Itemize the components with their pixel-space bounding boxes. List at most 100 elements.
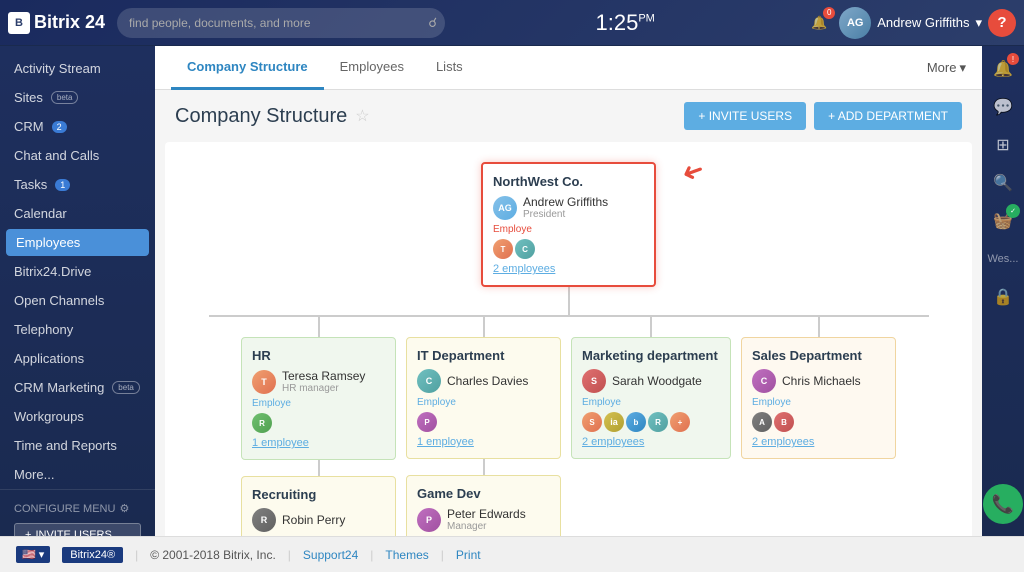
- sidebar-item-label: Tasks: [14, 177, 47, 192]
- avatar: ia: [604, 412, 624, 432]
- basket-badge: ✓: [1006, 204, 1020, 218]
- sites-badge: beta: [51, 91, 79, 104]
- avatar: P: [417, 412, 437, 432]
- sidebar-item-sites[interactable]: Sites beta: [0, 83, 155, 112]
- bottombar: 🇺🇸 ▾ Bitrix24® | © 2001-2018 Bitrix, Inc…: [0, 536, 1024, 572]
- lock-icon[interactable]: 🔒: [986, 280, 1020, 314]
- chat-panel-icon[interactable]: 💬: [986, 90, 1020, 124]
- org-node-hr[interactable]: HR T Teresa Ramsey HR manager Employe R: [241, 337, 396, 460]
- avatar: B: [774, 412, 794, 432]
- sidebar: Activity Stream Sites beta CRM 2 Chat an…: [0, 46, 155, 536]
- connector-v: [318, 317, 320, 337]
- search-panel-icon[interactable]: 🔍: [986, 166, 1020, 200]
- employee-label: Employe: [493, 224, 644, 235]
- avatar: S: [582, 412, 602, 432]
- notifications-icon[interactable]: 🔔 0: [805, 9, 833, 37]
- avatar: S: [582, 369, 606, 393]
- org-root-container: NorthWest Co. AG Andrew Griffiths Presid…: [185, 162, 952, 317]
- print-link[interactable]: Print: [456, 548, 481, 562]
- employee-label: Employe: [752, 397, 885, 408]
- sidebar-item-employees[interactable]: Employees: [6, 229, 149, 256]
- plus-icon: +: [25, 529, 31, 536]
- sidebar-item-activity[interactable]: Activity Stream: [0, 54, 155, 83]
- invite-users-label: INVITE USERS: [35, 529, 111, 536]
- favorite-icon[interactable]: ☆: [355, 106, 369, 126]
- sidebar-item-chat[interactable]: Chat and Calls: [0, 141, 155, 170]
- org-node-it[interactable]: IT Department C Charles Davies Employe P: [406, 337, 561, 459]
- tasks-badge: 1: [55, 179, 70, 191]
- org-node-sales[interactable]: Sales Department C Chris Michaels Employ…: [741, 337, 896, 459]
- employee-label: Employe: [582, 397, 720, 408]
- org-node-title: HR: [252, 348, 385, 363]
- avatar[interactable]: AG: [839, 7, 871, 39]
- user-status-icon[interactable]: Wes...: [986, 242, 1020, 276]
- employee-avatars: R: [252, 413, 385, 433]
- content-inner: Company Structure ☆ + INVITE USERS + ADD…: [155, 90, 982, 536]
- recruiting-person: R Robin Perry: [252, 508, 385, 532]
- app-logo[interactable]: B Bitrix 24: [8, 12, 105, 34]
- sidebar-item-label: Applications: [14, 351, 84, 366]
- gamedev-person: P Peter Edwards Manager: [417, 507, 550, 532]
- employees-count-link[interactable]: 2 employees: [752, 436, 885, 448]
- sidebar-item-more[interactable]: More...: [0, 460, 155, 489]
- org-node-root[interactable]: NorthWest Co. AG Andrew Griffiths Presid…: [481, 162, 656, 287]
- sidebar-item-label: Activity Stream: [14, 61, 101, 76]
- gear-icon: ⚙: [119, 502, 129, 515]
- grid-panel-icon[interactable]: ⊞: [986, 128, 1020, 162]
- crmmarketing-badge: beta: [112, 381, 140, 394]
- configure-menu-button[interactable]: CONFIGURE MENU ⚙: [14, 498, 141, 519]
- search-bar: ☌: [117, 8, 445, 38]
- call-button[interactable]: 📞: [983, 484, 1023, 524]
- employees-count-link[interactable]: 1 employee: [252, 437, 385, 449]
- sidebar-item-label: Workgroups: [14, 409, 84, 424]
- avatar: C: [515, 239, 535, 259]
- content: Company Structure Employees Lists More ▾…: [155, 46, 982, 536]
- tab-employees[interactable]: Employees: [324, 46, 420, 90]
- sidebar-item-openchannels[interactable]: Open Channels: [0, 286, 155, 315]
- sidebar-item-tasks[interactable]: Tasks 1: [0, 170, 155, 199]
- main-layout: Activity Stream Sites beta CRM 2 Chat an…: [0, 46, 1024, 536]
- employee-avatars: T C: [493, 239, 644, 259]
- org-root-person: AG Andrew Griffiths President: [493, 195, 644, 220]
- configure-menu-label: CONFIGURE MENU: [14, 503, 115, 515]
- org-node-title: Sales Department: [752, 348, 885, 363]
- sidebar-item-label: Open Channels: [14, 293, 104, 308]
- search-input[interactable]: [117, 8, 445, 38]
- sidebar-item-bitrix24drive[interactable]: Bitrix24.Drive: [0, 257, 155, 286]
- basket-panel-icon[interactable]: 🧺 ✓: [986, 204, 1020, 238]
- avatar: C: [752, 369, 776, 393]
- employees-count-link[interactable]: 2 employees: [582, 436, 720, 448]
- themes-link[interactable]: Themes: [385, 548, 428, 562]
- employees-count-link[interactable]: 2 employees: [493, 263, 644, 275]
- person-info: Andrew Griffiths President: [523, 195, 608, 220]
- logo-icon: B: [8, 12, 30, 34]
- tab-more[interactable]: More ▾: [927, 60, 966, 76]
- sidebar-item-workgroups[interactable]: Workgroups: [0, 402, 155, 431]
- language-selector[interactable]: 🇺🇸 ▾: [16, 546, 50, 563]
- tab-company-structure[interactable]: Company Structure: [171, 46, 324, 90]
- sidebar-item-applications[interactable]: Applications: [0, 344, 155, 373]
- invite-users-sidebar-button[interactable]: + INVITE USERS: [14, 523, 141, 536]
- sidebar-item-timereports[interactable]: Time and Reports: [0, 431, 155, 460]
- sidebar-item-calendar[interactable]: Calendar: [0, 199, 155, 228]
- sidebar-item-crm[interactable]: CRM 2: [0, 112, 155, 141]
- sidebar-item-telephony[interactable]: Telephony: [0, 315, 155, 344]
- org-node-marketing[interactable]: Marketing department S Sarah Woodgate Em…: [571, 337, 731, 459]
- invite-users-button[interactable]: + INVITE USERS: [684, 102, 806, 130]
- user-menu[interactable]: Andrew Griffiths ▾: [877, 15, 982, 31]
- add-department-button[interactable]: + ADD DEPARTMENT: [814, 102, 962, 130]
- avatar: T: [493, 239, 513, 259]
- connector-v: [318, 460, 320, 476]
- org-node-gamedev[interactable]: Game Dev P Peter Edwards Manager Employe: [406, 475, 561, 536]
- tab-lists[interactable]: Lists: [420, 46, 479, 90]
- sales-person: C Chris Michaels: [752, 369, 885, 393]
- support-link[interactable]: Support24: [303, 548, 358, 562]
- help-icon[interactable]: ?: [988, 9, 1016, 37]
- org-node-recruiting[interactable]: Recruiting R Robin Perry: [241, 476, 396, 536]
- avatar: R: [648, 412, 668, 432]
- notifications-panel-icon[interactable]: 🔔 !: [986, 52, 1020, 86]
- hr-branch: HR T Teresa Ramsey HR manager Employe R: [241, 317, 396, 536]
- org-node-title: NorthWest Co.: [493, 174, 644, 189]
- employees-count-link[interactable]: 1 employee: [417, 436, 550, 448]
- sidebar-item-crmmarketing[interactable]: CRM Marketing beta: [0, 373, 155, 402]
